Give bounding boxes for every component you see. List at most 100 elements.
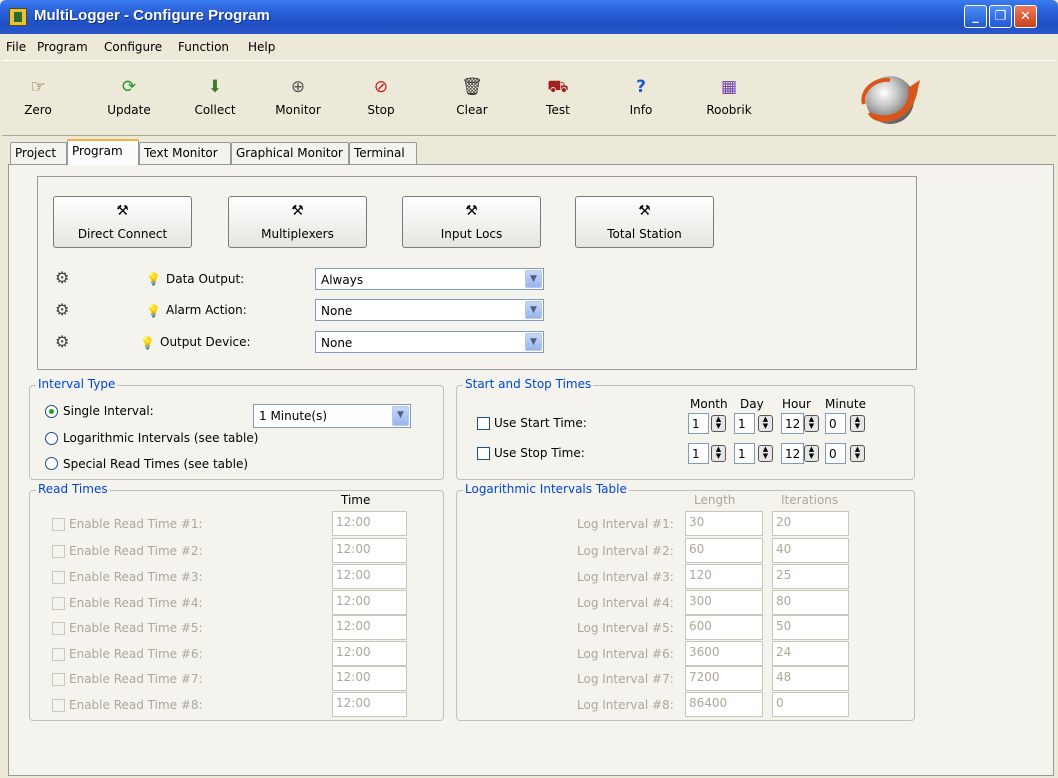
log-interval-7-length[interactable]: 7200 xyxy=(685,666,763,691)
read-time-5-checkbox[interactable] xyxy=(52,622,65,635)
zero-button[interactable]: ☞ Zero xyxy=(6,76,70,128)
read-time-3-checkbox[interactable] xyxy=(52,571,65,584)
log-interval-7-label: Log Interval #7: xyxy=(577,672,674,686)
read-time-3-field[interactable]: 12:00 xyxy=(332,564,407,589)
gear-icon[interactable]: ⚙ xyxy=(55,268,73,287)
read-time-1-field[interactable]: 12:00 xyxy=(332,511,407,536)
start-stop-title: Start and Stop Times xyxy=(463,377,594,391)
roobrik-button[interactable]: ▦ Roobrik xyxy=(697,76,761,128)
start-hour-field[interactable]: 12 xyxy=(781,413,804,434)
logarithmic-intervals-label: Logarithmic Intervals (see table) xyxy=(63,431,259,445)
use-start-time-checkbox[interactable] xyxy=(477,417,490,430)
spin-updown-icon[interactable]: ▲ ▼ xyxy=(804,445,819,462)
spin-updown-icon[interactable]: ▲ ▼ xyxy=(711,445,726,462)
window-title: MultiLogger - Configure Program xyxy=(34,7,270,24)
read-time-1-checkbox[interactable] xyxy=(52,518,65,531)
read-time-6-checkbox[interactable] xyxy=(52,648,65,661)
log-interval-3-iterations[interactable]: 25 xyxy=(772,564,849,589)
tab-program[interactable]: Program xyxy=(67,139,139,165)
log-interval-7-iterations[interactable]: 48 xyxy=(772,666,849,691)
read-time-8-field[interactable]: 12:00 xyxy=(332,692,407,717)
close-button[interactable]: ✕ xyxy=(1014,5,1037,28)
stop-month-field[interactable]: 1 xyxy=(688,443,709,464)
restore-button[interactable]: ❐ xyxy=(989,5,1012,28)
update-button[interactable]: ⟳ Update xyxy=(97,76,161,128)
spin-updown-icon[interactable]: ▲ ▼ xyxy=(850,415,865,432)
multiplexers-label: Multiplexers xyxy=(261,227,334,241)
log-interval-2-iterations[interactable]: 40 xyxy=(772,538,849,563)
start-day-field[interactable]: 1 xyxy=(734,413,755,434)
read-time-5-field[interactable]: 12:00 xyxy=(332,615,407,640)
single-interval-radio[interactable] xyxy=(45,405,58,418)
menu-program[interactable]: Program xyxy=(37,40,88,54)
log-interval-8-length[interactable]: 86400 xyxy=(685,692,763,717)
read-time-4-checkbox[interactable] xyxy=(52,597,65,610)
log-interval-5-iterations[interactable]: 50 xyxy=(772,615,849,640)
spin-updown-icon[interactable]: ▲ ▼ xyxy=(850,445,865,462)
log-interval-1-iterations[interactable]: 20 xyxy=(772,511,849,536)
stop-hour-field[interactable]: 12 xyxy=(781,443,804,464)
use-stop-time-checkbox[interactable] xyxy=(477,447,490,460)
data-output-value: Always xyxy=(321,273,364,287)
clear-button[interactable]: 🗑 Clear xyxy=(440,76,504,128)
log-interval-3-length[interactable]: 120 xyxy=(685,564,763,589)
spin-updown-icon[interactable]: ▲ ▼ xyxy=(758,415,773,432)
tab-graphical-monitor[interactable]: Graphical Monitor xyxy=(231,142,349,164)
gear-icon[interactable]: ⚙ xyxy=(55,300,73,319)
tab-project[interactable]: Project xyxy=(10,142,67,164)
alarm-action-select[interactable]: None ▼ xyxy=(315,299,544,321)
stop-day-field[interactable]: 1 xyxy=(734,443,755,464)
output-device-select[interactable]: None ▼ xyxy=(315,331,544,353)
direct-connect-button[interactable]: ⚒ Direct Connect xyxy=(53,196,192,248)
gear-icon[interactable]: ⚙ xyxy=(55,332,73,351)
tab-text-monitor[interactable]: Text Monitor xyxy=(139,142,231,164)
multiplexers-button[interactable]: ⚒ Multiplexers xyxy=(228,196,367,248)
collect-button[interactable]: ⬇ Collect xyxy=(183,76,247,128)
menu-function[interactable]: Function xyxy=(178,40,229,54)
log-interval-4-length[interactable]: 300 xyxy=(685,590,763,615)
start-month-field[interactable]: 1 xyxy=(688,413,709,434)
stop-button[interactable]: ⊘ Stop xyxy=(349,76,413,128)
stop-minute-field[interactable]: 0 xyxy=(825,443,846,464)
log-interval-6-iterations[interactable]: 24 xyxy=(772,641,849,666)
log-interval-2-length[interactable]: 60 xyxy=(685,538,763,563)
menu-help[interactable]: Help xyxy=(248,40,275,54)
logarithmic-intervals-radio[interactable] xyxy=(45,432,58,445)
total-station-button[interactable]: ⚒ Total Station xyxy=(575,196,714,248)
chevron-down-icon[interactable]: ▼ xyxy=(525,270,542,288)
log-interval-4-iterations[interactable]: 80 xyxy=(772,590,849,615)
start-minute-field[interactable]: 0 xyxy=(825,413,846,434)
tab-terminal[interactable]: Terminal xyxy=(349,142,417,164)
spin-updown-icon[interactable]: ▲ ▼ xyxy=(711,415,726,432)
minimize-button[interactable]: _ xyxy=(964,5,987,28)
info-label: Info xyxy=(629,103,653,117)
lightbulb-icon: 💡 xyxy=(146,304,161,318)
test-button[interactable]: ⛟ Test xyxy=(526,76,590,128)
chevron-down-icon[interactable]: ▼ xyxy=(525,333,542,351)
log-interval-1-label: Log Interval #1: xyxy=(577,517,674,531)
menu-configure[interactable]: Configure xyxy=(104,40,162,54)
chevron-down-icon[interactable]: ▼ xyxy=(392,406,409,426)
read-time-7-field[interactable]: 12:00 xyxy=(332,666,407,691)
log-interval-6-length[interactable]: 3600 xyxy=(685,641,763,666)
log-interval-1-length[interactable]: 30 xyxy=(685,511,763,536)
input-locs-button[interactable]: ⚒ Input Locs xyxy=(402,196,541,248)
log-interval-8-iterations[interactable]: 0 xyxy=(772,692,849,717)
info-button[interactable]: ? Info xyxy=(609,76,673,128)
single-interval-select[interactable]: 1 Minute(s) ▼ xyxy=(253,404,411,428)
read-time-4-field[interactable]: 12:00 xyxy=(332,590,407,615)
roobrik-label: Roobrik xyxy=(706,103,752,117)
read-time-8-checkbox[interactable] xyxy=(52,699,65,712)
menu-file[interactable]: File xyxy=(6,40,26,54)
data-output-select[interactable]: Always ▼ xyxy=(315,268,544,290)
read-time-2-checkbox[interactable] xyxy=(52,545,65,558)
chevron-down-icon[interactable]: ▼ xyxy=(525,301,542,319)
spin-updown-icon[interactable]: ▲ ▼ xyxy=(758,445,773,462)
special-read-times-radio[interactable] xyxy=(45,457,58,470)
read-time-7-checkbox[interactable] xyxy=(52,673,65,686)
log-interval-5-length[interactable]: 600 xyxy=(685,615,763,640)
read-time-2-field[interactable]: 12:00 xyxy=(332,538,407,563)
spin-updown-icon[interactable]: ▲ ▼ xyxy=(804,415,819,432)
read-time-6-field[interactable]: 12:00 xyxy=(332,641,407,666)
monitor-button[interactable]: ⊕ Monitor xyxy=(266,76,330,128)
